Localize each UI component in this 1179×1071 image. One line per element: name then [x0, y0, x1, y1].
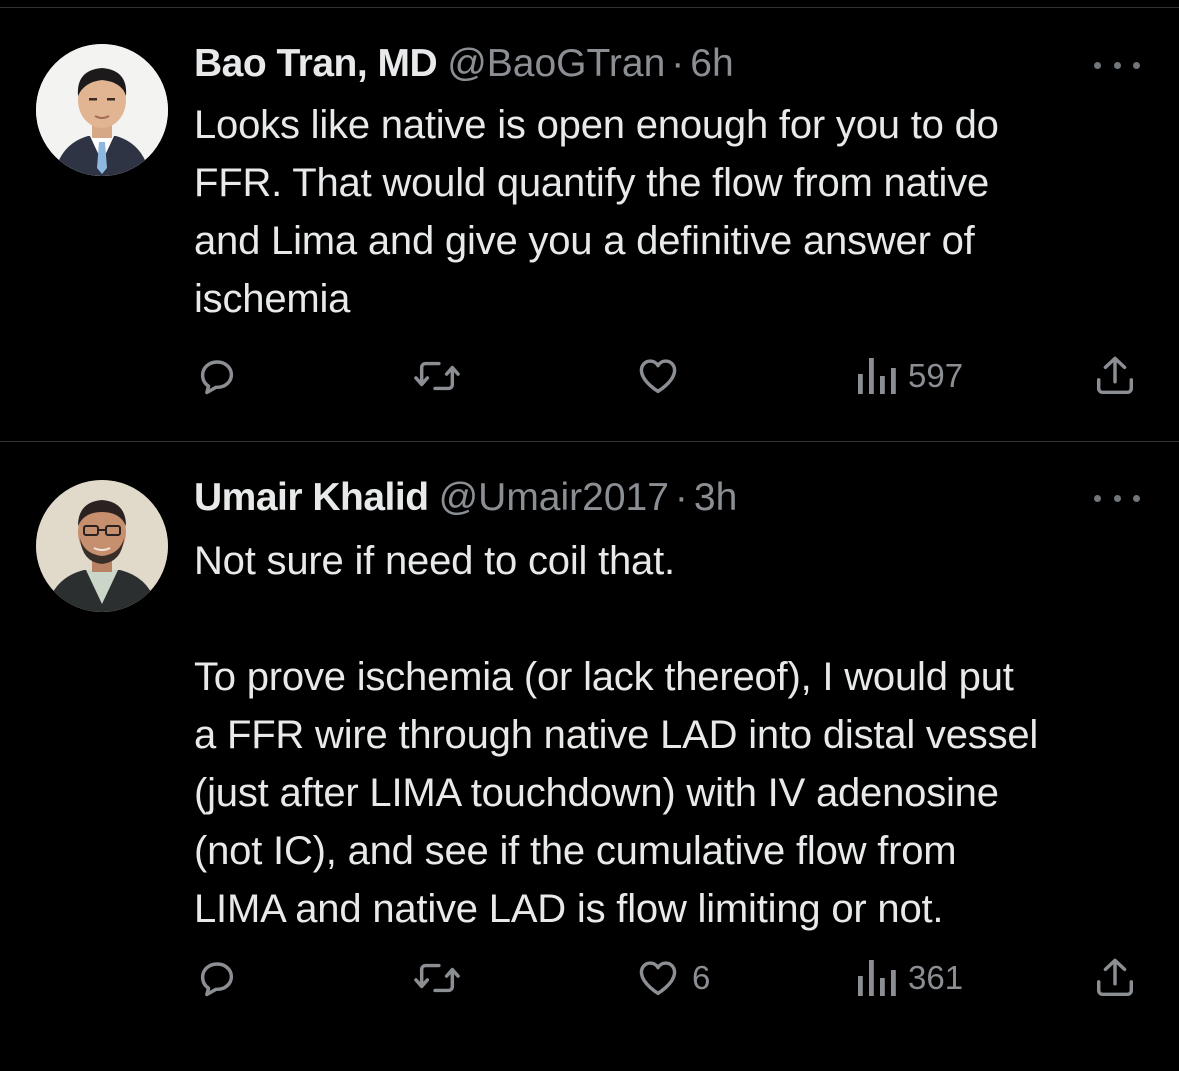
more-icon[interactable]: [1094, 483, 1140, 513]
separator-dot: ·: [674, 476, 688, 519]
reply-button[interactable]: [194, 352, 240, 400]
author-name[interactable]: Bao Tran, MD: [194, 42, 438, 85]
author-handle[interactable]: @BaoGTran: [447, 42, 665, 85]
views-count: 597: [908, 357, 964, 394]
share-icon: [1092, 955, 1138, 1001]
avatar[interactable]: [36, 480, 168, 612]
like-count: 6: [692, 959, 711, 996]
views-icon: [856, 958, 898, 998]
more-icon[interactable]: [1094, 50, 1140, 80]
tweet-header: Umair Khalid @Umair2017 · 3h: [194, 473, 737, 523]
retweet-button[interactable]: [412, 352, 462, 400]
retweet-icon: [412, 353, 462, 399]
author-name[interactable]: Umair Khalid: [194, 476, 429, 519]
retweet-button[interactable]: [412, 954, 462, 1002]
author-handle[interactable]: @Umair2017: [439, 476, 669, 519]
tweet-text: Not sure if need to coil that. To prove …: [194, 539, 1039, 931]
heart-icon: [634, 353, 682, 399]
tweet-actions: 597: [0, 352, 1179, 400]
like-button[interactable]: 6: [634, 954, 710, 1002]
tweet[interactable]: Bao Tran, MD @BaoGTran · 6h Looks like nati…: [0, 8, 1179, 442]
reply-icon: [194, 955, 240, 1001]
retweet-icon: [412, 955, 462, 1001]
avatar[interactable]: [36, 44, 168, 176]
separator-dot: ·: [671, 42, 685, 85]
views-button[interactable]: 597: [856, 352, 963, 400]
share-icon: [1092, 353, 1138, 399]
views-icon: [856, 356, 898, 396]
tweet-text: Looks like native is open enough for you…: [194, 103, 999, 321]
views-button[interactable]: 361: [856, 954, 963, 1002]
like-button[interactable]: [634, 352, 692, 400]
tweet-actions: 6 361: [0, 954, 1179, 1002]
views-count: 361: [908, 959, 964, 996]
share-button[interactable]: [1092, 352, 1138, 400]
share-button[interactable]: [1092, 954, 1138, 1002]
reply-button[interactable]: [194, 954, 240, 1002]
tweet-time[interactable]: 3h: [694, 476, 737, 519]
tweet-time[interactable]: 6h: [690, 42, 733, 85]
tweet-header: Bao Tran, MD @BaoGTran · 6h: [194, 39, 734, 89]
heart-icon: [634, 955, 682, 1001]
reply-icon: [194, 353, 240, 399]
tweet[interactable]: Umair Khalid @Umair2017 · 3h Not sure if ne…: [0, 442, 1179, 1071]
